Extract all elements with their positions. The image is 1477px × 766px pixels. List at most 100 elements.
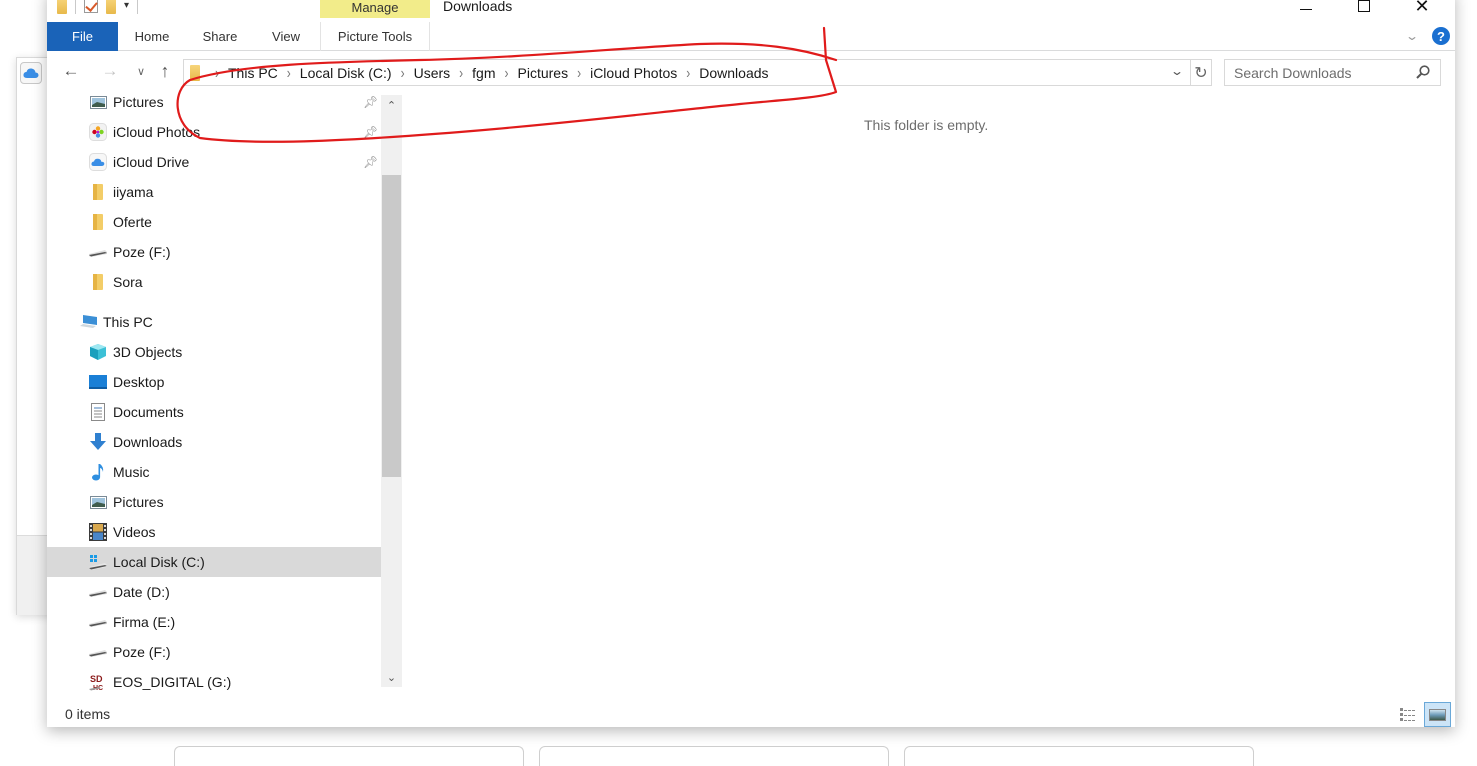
tree-item-downloads[interactable]: Downloads [47,427,381,457]
breadcrumb-this-pc[interactable]: This PC [228,65,278,81]
videos-icon [89,523,107,541]
tree-item-local-disk-c[interactable]: Local Disk (C:) [47,547,381,577]
tree-item-pictures[interactable]: Pictures [47,487,381,517]
search-input[interactable] [1234,64,1409,81]
expand-ribbon-chevron-icon[interactable]: ⌄ [1405,29,1419,43]
downloads-icon [89,433,107,450]
tree-item-poze-f[interactable]: Poze (F:) [47,637,381,667]
breadcrumb-separator-icon[interactable]: › [287,63,291,81]
scroll-up-chevron-icon[interactable]: ⌃ [381,95,402,115]
icloud-drive-icon [89,153,107,171]
system-drive-icon [89,554,107,570]
tree-item-icloud-photos[interactable]: iCloud Photos 📌︎ [47,117,381,147]
tree-item-sora[interactable]: Sora [47,267,381,297]
window-title: Downloads [443,0,513,14]
navigation-pane: Pictures 📌︎ iCloud Photos 📌︎ iCloud Driv… [47,95,402,697]
minimize-button[interactable] [1283,0,1329,18]
icloud-app-icon[interactable] [20,62,42,84]
ribbon-tabs: File Home Share View Picture Tools ⌄ ? [47,22,1455,51]
scroll-down-chevron-icon[interactable]: ⌄ [381,667,402,687]
folder-icon [190,64,200,81]
navigation-bar: ← → ∨ ↑ › This PC › Local Disk (C:) › Us… [47,52,1455,92]
tab-share[interactable]: Share [195,22,245,51]
refresh-icon[interactable]: ↻ [1191,59,1212,86]
empty-folder-message: This folder is empty. [864,117,989,133]
separator [137,0,139,14]
drive-icon [89,584,107,600]
properties-icon[interactable] [84,0,98,13]
tree-item-pictures-pinned[interactable]: Pictures 📌︎ [47,95,381,117]
drive-icon [89,244,107,260]
search-icon[interactable] [1415,64,1431,80]
desktop-icon [89,374,107,390]
tree-item-eos-digital-g[interactable]: SDHC EOS_DIGITAL (G:) [47,667,381,697]
tab-picture-tools[interactable]: Picture Tools [320,22,430,51]
pin-icon[interactable]: 📌︎ [363,155,378,169]
breadcrumb-separator-icon[interactable]: › [505,63,509,81]
back-arrow-icon[interactable]: ← [60,60,82,82]
folder-icon[interactable] [57,0,67,14]
breadcrumb-icloud-photos[interactable]: iCloud Photos [590,65,677,81]
breadcrumb-separator-icon[interactable]: › [459,63,463,81]
manage-contextual-tab[interactable]: Manage [320,0,430,18]
address-bar[interactable]: › This PC › Local Disk (C:) › Users › fg… [183,59,1191,86]
status-bar: 0 items [47,702,1455,727]
folder-icon [89,214,107,230]
breadcrumb-users[interactable]: Users [414,65,451,81]
breadcrumb-local-disk[interactable]: Local Disk (C:) [300,65,392,81]
breadcrumb-separator-icon[interactable]: › [577,63,581,81]
maximize-button[interactable] [1341,0,1387,18]
tree-item-videos[interactable]: Videos [47,517,381,547]
tree-item-music[interactable]: Music [47,457,381,487]
forward-arrow-icon[interactable]: → [99,60,121,82]
nav-pane-scrollbar[interactable]: ⌃ ⌄ [381,95,402,687]
tree-item-iiyama[interactable]: iiyama [47,177,381,207]
breadcrumb-separator-icon[interactable]: › [215,63,219,81]
file-explorer-window: ▾ Manage Downloads ✕ File Home Share Vie… [47,0,1455,727]
folder-icon [89,274,107,290]
pictures-icon [89,95,107,110]
customize-toolbar-icon[interactable]: ▾ [124,1,129,11]
3d-objects-icon [89,344,107,360]
address-history-chevron-icon[interactable]: ⌄ [1170,64,1184,78]
breadcrumb-downloads[interactable]: Downloads [699,65,768,81]
drive-icon [89,614,107,630]
item-count: 0 items [65,706,111,722]
tab-file[interactable]: File [47,22,118,51]
search-box[interactable] [1224,59,1441,86]
tree-item-oferte[interactable]: Oferte [47,207,381,237]
breadcrumb-separator-icon[interactable]: › [686,63,690,81]
documents-icon [89,403,107,421]
pin-icon[interactable]: 📌︎ [363,125,378,139]
up-arrow-icon[interactable]: ↑ [154,60,176,82]
pin-icon[interactable]: 📌︎ [363,95,378,109]
new-folder-icon[interactable] [106,0,116,14]
quick-access-toolbar: ▾ [57,0,139,14]
tab-view[interactable]: View [263,22,309,51]
tree-item-poze-f-quick[interactable]: Poze (F:) [47,237,381,267]
large-icons-view-icon[interactable] [1424,702,1451,727]
pictures-icon [89,494,107,510]
close-icon: ✕ [1414,0,1430,16]
background-card-3 [904,746,1254,766]
music-icon [89,464,107,481]
tree-item-3d-objects[interactable]: 3D Objects [47,337,381,367]
help-icon[interactable]: ? [1432,27,1450,45]
tree-item-firma-e[interactable]: Firma (E:) [47,607,381,637]
close-button[interactable]: ✕ [1399,0,1445,18]
breadcrumb-separator-icon[interactable]: › [401,63,405,81]
breadcrumb-pictures[interactable]: Pictures [518,65,569,81]
tab-home[interactable]: Home [125,22,179,51]
tree-item-icloud-drive[interactable]: iCloud Drive 📌︎ [47,147,381,177]
scrollbar-thumb[interactable] [382,175,401,477]
tree-item-this-pc[interactable]: This PC [47,307,381,337]
details-view-icon[interactable] [1397,703,1419,725]
tree-item-date-d[interactable]: Date (D:) [47,577,381,607]
background-card-2 [539,746,889,766]
recent-locations-chevron-icon[interactable]: ∨ [130,60,152,82]
drive-icon [89,644,107,660]
tree-item-desktop[interactable]: Desktop [47,367,381,397]
tree-item-documents[interactable]: Documents [47,397,381,427]
maximize-icon [1358,0,1370,12]
breadcrumb-fgm[interactable]: fgm [472,65,495,81]
